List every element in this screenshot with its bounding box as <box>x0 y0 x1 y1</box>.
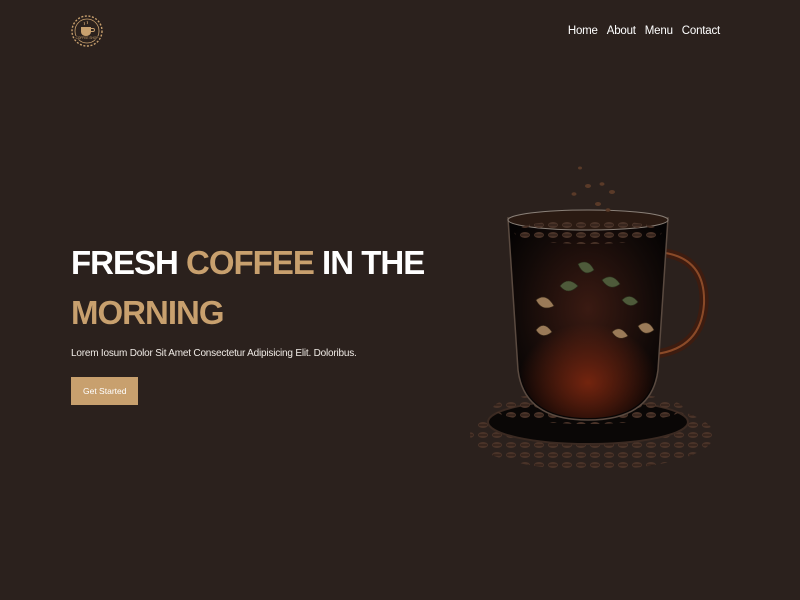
nav-link-contact[interactable]: Contact <box>682 25 720 37</box>
hero-headline: FRESH COFFEE IN THE MORNING <box>71 238 451 338</box>
headline-word-fresh: FRESH <box>71 244 179 281</box>
brand-logo[interactable]: COFFEE SHOP <box>70 10 104 52</box>
nav-link-about[interactable]: About <box>607 25 636 37</box>
get-started-button[interactable]: Get Started <box>71 377 139 405</box>
coffee-cup-image <box>462 150 732 480</box>
headline-word-morning: MORNING <box>71 294 224 331</box>
main-nav: Home About Menu Contact <box>568 25 720 37</box>
coffee-cup-gear-icon: COFFEE SHOP <box>71 15 103 47</box>
logo-text: COFFEE SHOP <box>76 36 99 40</box>
hero-section: FRESH COFFEE IN THE MORNING Lorem Iosum … <box>71 238 451 405</box>
headline-word-coffee: COFFEE <box>186 244 315 281</box>
nav-link-menu[interactable]: Menu <box>645 25 673 37</box>
nav-link-home[interactable]: Home <box>568 25 598 37</box>
headline-word-in-the: IN THE <box>322 244 425 281</box>
hero-subtitle: Lorem Iosum Dolor Sit Amet Consectetur A… <box>71 348 357 359</box>
